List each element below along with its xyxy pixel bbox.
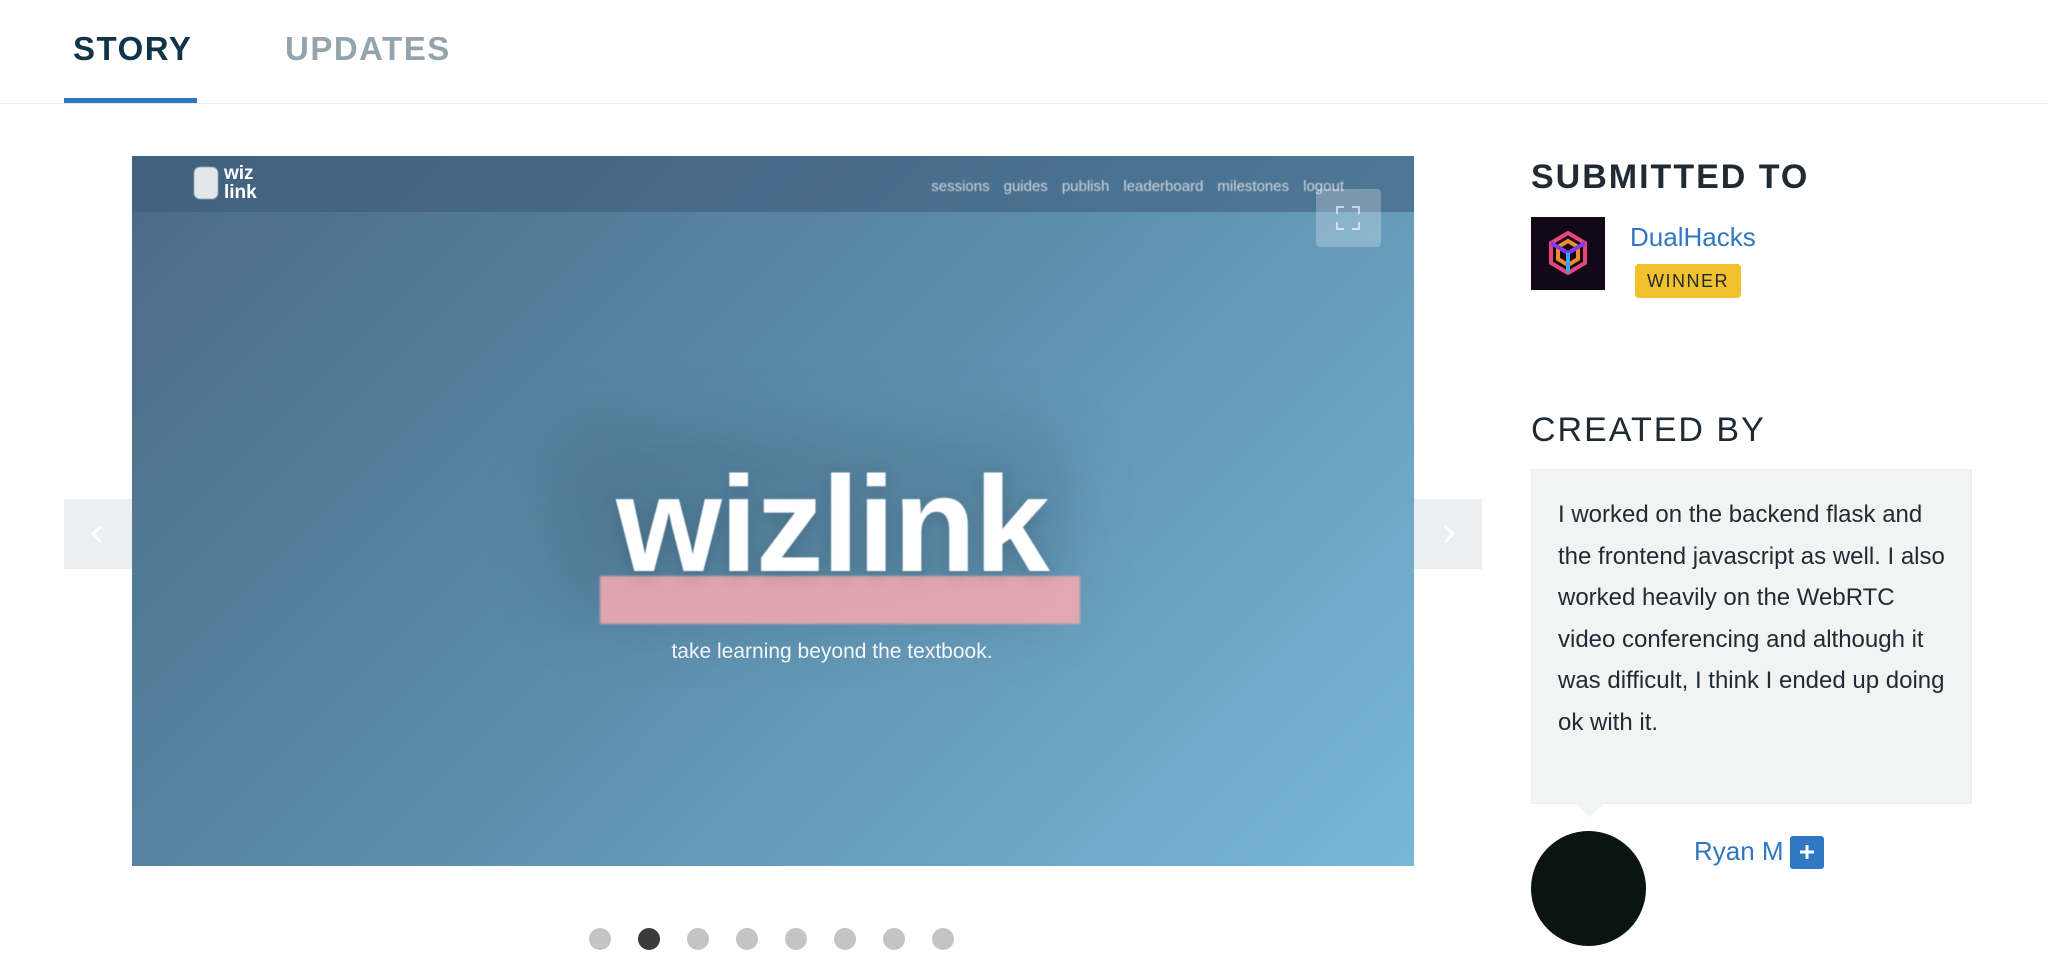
project-gallery-image[interactable]: wiz link sessions guides publish leaderb…	[132, 156, 1414, 866]
slide-indicators	[589, 928, 954, 950]
next-slide-button[interactable]	[1414, 499, 1482, 569]
chevron-right-icon	[1443, 524, 1456, 544]
screenshot-hero: wizlink take learning beyond the textboo…	[552, 416, 1092, 663]
avatar[interactable]	[1531, 831, 1646, 946]
hackathon-logo[interactable]	[1531, 217, 1605, 290]
screenshot-logo: wiz link	[194, 164, 264, 202]
plus-icon	[1800, 845, 1814, 859]
screenshot-menu-item: sessions	[931, 178, 990, 195]
expand-button[interactable]	[1316, 189, 1381, 247]
hackathon-link[interactable]: DualHacks	[1630, 222, 1756, 253]
author-name-link[interactable]: Ryan M	[1694, 836, 1784, 867]
active-tab-indicator	[64, 98, 197, 103]
submitted-to-heading: SUBMITTED TO	[1531, 158, 1810, 196]
wizlink-logo-icon	[194, 167, 218, 199]
screenshot-menu: sessions guides publish leaderboard mile…	[931, 178, 1344, 195]
screenshot-navbar: wiz link sessions guides publish leaderb…	[132, 156, 1414, 212]
winner-badge: WINNER	[1635, 264, 1741, 298]
slide-dot[interactable]	[589, 928, 611, 950]
slide-dot[interactable]	[883, 928, 905, 950]
screenshot-menu-item: leaderboard	[1123, 178, 1204, 195]
screenshot-menu-item: guides	[1003, 178, 1048, 195]
hero-subtitle: take learning beyond the textbook.	[671, 640, 993, 663]
slide-dot[interactable]	[834, 928, 856, 950]
tab-bar: STORY UPDATES	[0, 0, 2048, 104]
follow-button[interactable]	[1790, 836, 1824, 869]
tab-story[interactable]: STORY	[73, 30, 192, 68]
created-by-heading: CREATED BY	[1531, 411, 1766, 449]
previous-slide-button[interactable]	[64, 499, 132, 569]
slide-dot[interactable]	[785, 928, 807, 950]
expand-icon	[1336, 206, 1360, 230]
screenshot-logo-text: wiz link	[224, 163, 257, 203]
slide-dot[interactable]	[638, 928, 660, 950]
screenshot-menu-item: publish	[1061, 178, 1110, 195]
tab-updates[interactable]: UPDATES	[285, 30, 451, 68]
chevron-left-icon	[90, 524, 103, 544]
screenshot-menu-item: milestones	[1217, 178, 1290, 195]
contribution-text: I worked on the backend flask and the fr…	[1558, 501, 1945, 736]
bubble-tail	[1576, 803, 1604, 817]
slide-dot[interactable]	[687, 928, 709, 950]
hackathon-logo-icon	[1549, 230, 1587, 276]
slide-dot[interactable]	[932, 928, 954, 950]
hero-title: wizlink	[616, 448, 1050, 600]
contribution-bubble: I worked on the backend flask and the fr…	[1531, 469, 1972, 804]
slide-dot[interactable]	[736, 928, 758, 950]
